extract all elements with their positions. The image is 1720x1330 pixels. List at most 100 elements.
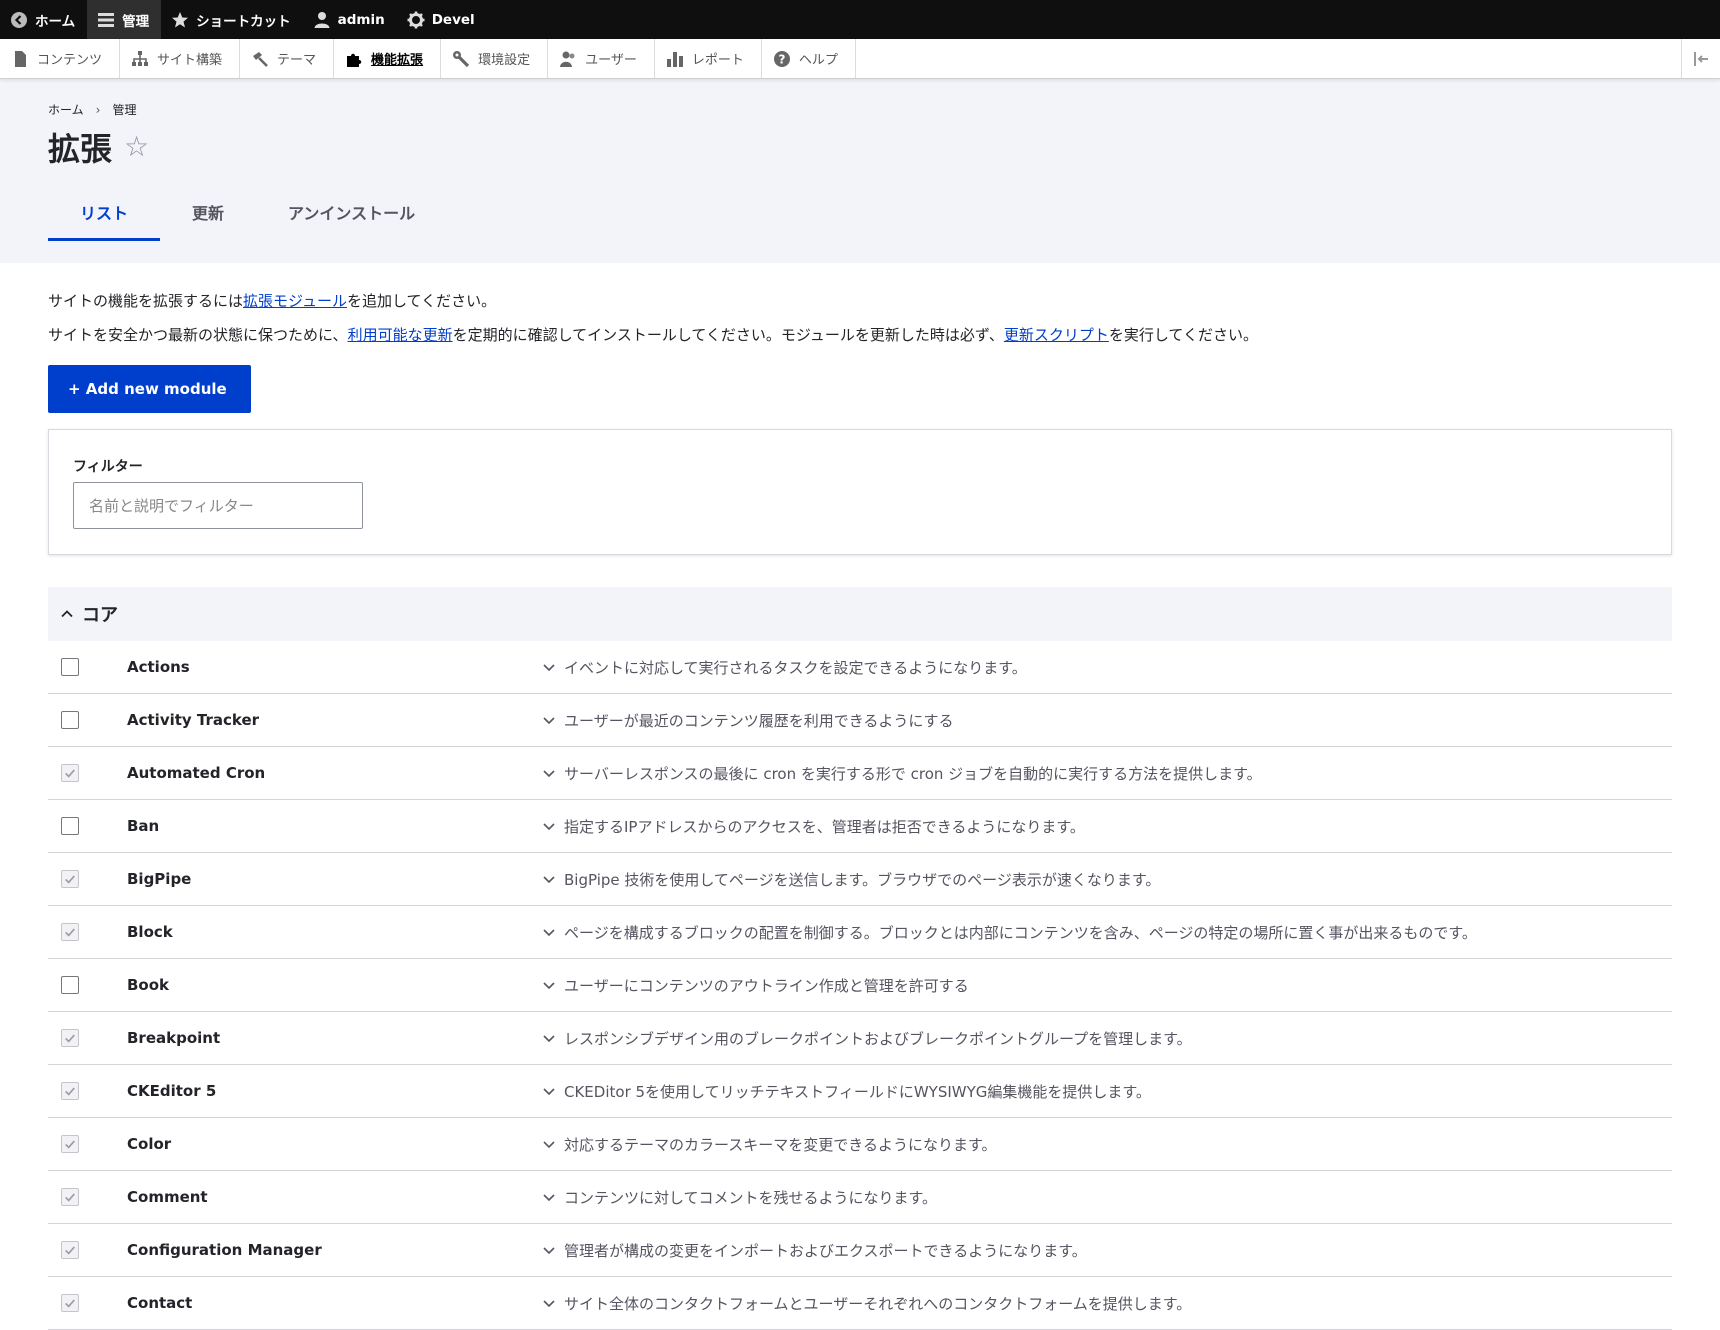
tray-config[interactable]: 環境設定 [441,39,549,78]
module-description-text: 指定するIPアドレスからのアクセスを、管理者は拒否できるようになります。 [564,817,1085,836]
module-description[interactable]: 対応するテーマのカラースキーマを変更できるようになります。 [542,1134,996,1155]
module-checkbox[interactable] [61,1294,79,1312]
module-description[interactable]: 指定するIPアドレスからのアクセスを、管理者は拒否できるようになります。 [542,816,1085,837]
section-core-header[interactable]: コア [48,587,1672,641]
checkbox-cell [48,764,127,782]
tab-update[interactable]: 更新 [160,188,256,241]
module-name[interactable]: Breakpoint [127,1029,542,1047]
module-name[interactable]: Actions [127,658,542,676]
intro-text: サイトを安全かつ最新の状態に保つために、 [48,326,348,344]
module-name[interactable]: Ban [127,817,542,835]
module-description[interactable]: ページを構成するブロックの配置を制御する。ブロックとは内部にコンテンツを含み、ペ… [542,922,1477,943]
chevron-down-icon [542,978,556,992]
module-name[interactable]: Configuration Manager [127,1241,542,1259]
module-checkbox[interactable] [61,870,79,888]
module-name[interactable]: Activity Tracker [127,711,542,729]
module-description-text: コンテンツに対してコメントを残せるようになります。 [564,1188,938,1207]
module-checkbox[interactable] [61,711,79,729]
toolbar-home[interactable]: ホーム [0,0,87,39]
module-checkbox[interactable] [61,764,79,782]
module-description[interactable]: CKEDitor 5を使用してリッチテキストフィールドにWYSIWYG編集機能を… [542,1081,1151,1102]
tab-list[interactable]: リスト [48,188,161,241]
module-description[interactable]: ユーザーが最近のコンテンツ履歴を利用できるようにする [542,710,954,731]
module-checkbox[interactable] [61,817,79,835]
checkbox-cell [48,1188,127,1206]
toolbar-user[interactable]: admin [303,0,397,39]
admin-tray: コンテンツ サイト構築 テーマ 機能拡張 環境設定 ユーザー レポート ? ヘル… [0,39,1720,79]
module-description[interactable]: 管理者が構成の変更をインポートおよびエクスポートできるようになります。 [542,1240,1087,1261]
module-checkbox[interactable] [61,1188,79,1206]
toolbar-shortcuts[interactable]: ショートカット [161,0,303,39]
filter-input[interactable] [73,482,363,529]
module-checkbox[interactable] [61,923,79,941]
chevron-down-icon [542,1243,556,1257]
chevron-down-icon [542,1296,556,1310]
toolbar-user-label: admin [337,11,385,28]
module-checkbox[interactable] [61,1082,79,1100]
module-description[interactable]: サーバーレスポンスの最後に cron を実行する形で cron ジョブを自動的に… [542,763,1262,784]
chevron-down-icon [542,1084,556,1098]
help-icon: ? [773,50,791,68]
tray-extend-label: 機能拡張 [371,53,424,68]
module-row: Book ユーザーにコンテンツのアウトライン作成と管理を許可する [48,959,1672,1012]
main-content: サイトの機能を拡張するには拡張モジュールを追加してください。 サイトを安全かつ最… [0,263,1720,1330]
toolbar-manage[interactable]: 管理 [87,0,162,39]
file-icon [11,50,29,68]
module-name[interactable]: CKEditor 5 [127,1082,542,1100]
module-description-text: サイト全体のコンタクトフォームとユーザーそれぞれへのコンタクトフォームを提供しま… [564,1294,1192,1313]
available-updates-link[interactable]: 利用可能な更新 [348,326,453,344]
checkbox-cell [48,923,127,941]
toolbar-devel[interactable]: Devel [397,0,487,39]
extensions-link[interactable]: 拡張モジュール [243,292,347,310]
module-description-text: CKEDitor 5を使用してリッチテキストフィールドにWYSIWYG編集機能を… [564,1082,1151,1101]
module-name[interactable]: Block [127,923,542,941]
module-name[interactable]: BigPipe [127,870,542,888]
chevron-up-icon [60,607,74,621]
puzzle-icon [345,50,363,68]
people-icon [559,50,577,68]
module-checkbox[interactable] [61,658,79,676]
tray-reports[interactable]: レポート [655,39,762,78]
chevron-down-icon [542,766,556,780]
admin-toolbar: ホーム 管理 ショートカット admin Devel [0,0,1720,39]
breadcrumb-manage[interactable]: 管理 [112,101,136,118]
page-header: ホーム › 管理 拡張 ☆ リスト 更新 アンインストール [0,79,1720,263]
tray-content[interactable]: コンテンツ [0,39,121,78]
module-name[interactable]: Color [127,1135,542,1153]
module-description[interactable]: ユーザーにコンテンツのアウトライン作成と管理を許可する [542,975,969,996]
add-new-module-button[interactable]: + Add new module [48,365,251,413]
intro-line-1: サイトの機能を拡張するには拡張モジュールを追加してください。 [48,291,1672,311]
module-description[interactable]: サイト全体のコンタクトフォームとユーザーそれぞれへのコンタクトフォームを提供しま… [542,1293,1191,1314]
checkbox-cell [48,658,127,676]
tray-people[interactable]: ユーザー [548,39,655,78]
module-description-text: BigPipe 技術を使用してページを送信します。ブラウザでのページ表示が速くな… [564,870,1161,889]
module-description[interactable]: コンテンツに対してコメントを残せるようになります。 [542,1187,937,1208]
module-checkbox[interactable] [61,1241,79,1259]
module-checkbox[interactable] [61,1135,79,1153]
module-description[interactable]: イベントに対応して実行されるタスクを設定できるようになります。 [542,657,1027,678]
tray-structure[interactable]: サイト構築 [120,39,241,78]
module-description-text: サーバーレスポンスの最後に cron を実行する形で cron ジョブを自動的に… [564,764,1262,783]
breadcrumb-home[interactable]: ホーム [48,101,84,118]
paintbrush-icon [251,50,269,68]
tray-extend[interactable]: 機能拡張 [334,39,442,78]
module-name[interactable]: Automated Cron [127,764,542,782]
module-checkbox[interactable] [61,1029,79,1047]
intro-line-2: サイトを安全かつ最新の状態に保つために、利用可能な更新を定期的に確認してインスト… [48,325,1672,345]
tray-orientation-toggle[interactable] [1681,39,1720,78]
module-checkbox[interactable] [61,976,79,994]
module-name[interactable]: Contact [127,1294,542,1312]
checkmark-icon [65,875,75,884]
tray-appearance[interactable]: テーマ [240,39,335,78]
tray-help[interactable]: ? ヘルプ [762,39,856,78]
module-name[interactable]: Book [127,976,542,994]
update-script-link[interactable]: 更新スクリプト [1004,326,1109,344]
module-description[interactable]: BigPipe 技術を使用してページを送信します。ブラウザでのページ表示が速くな… [542,869,1160,890]
module-row: Activity Tracker ユーザーが最近のコンテンツ履歴を利用できるように… [48,694,1672,747]
module-description[interactable]: レスポンシブデザイン用のブレークポイントおよびブレークポイントグループを管理しま… [542,1028,1192,1049]
module-description-text: 管理者が構成の変更をインポートおよびエクスポートできるようになります。 [564,1241,1087,1260]
tab-uninstall[interactable]: アンインストール [256,188,447,241]
module-name[interactable]: Comment [127,1188,542,1206]
checkbox-cell [48,1241,127,1259]
favorite-star-icon[interactable]: ☆ [124,133,149,161]
